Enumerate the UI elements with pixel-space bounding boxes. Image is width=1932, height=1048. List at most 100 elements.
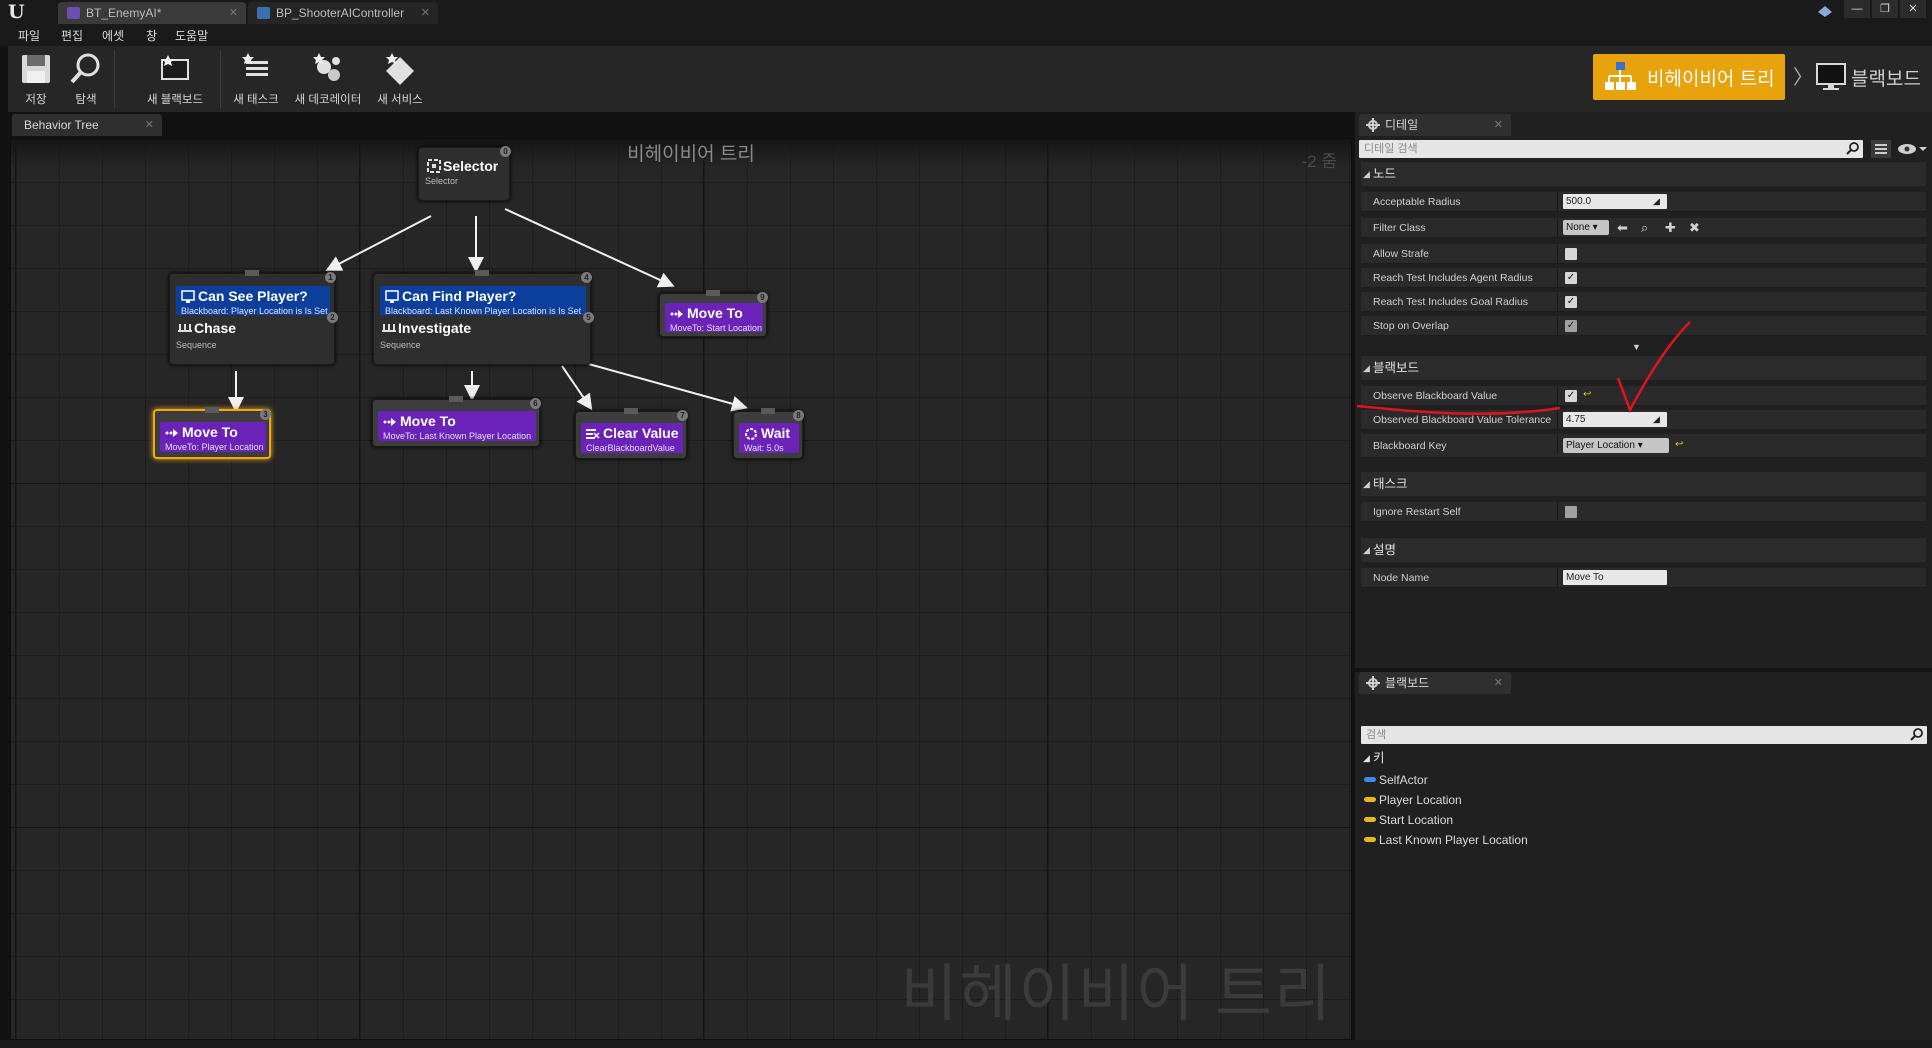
back-arrow-icon[interactable]: ⬅: [1617, 220, 1628, 236]
acceptable-radius-input[interactable]: 500.0: [1563, 194, 1667, 209]
menu-window[interactable]: 창: [146, 27, 157, 44]
new-decorator-button[interactable]: 새 데코레이터: [290, 46, 366, 112]
tab-bp-shooteraicontroller[interactable]: BP_ShooterAIController ✕: [248, 2, 438, 24]
chase-sequence-node[interactable]: 1 Can See Player? Blackboard: Player Loc…: [169, 270, 338, 365]
browse-magnifier-icon[interactable]: ⌕: [1641, 220, 1648, 236]
minimize-button[interactable]: —: [1844, 0, 1870, 18]
can-see-player-decorator[interactable]: Can See Player? Blackboard: Player Locat…: [176, 286, 330, 316]
stop-on-overlap-checkbox[interactable]: ✓: [1565, 320, 1577, 332]
menu-edit[interactable]: 편집: [61, 27, 83, 44]
details-icon: [1366, 118, 1380, 132]
browse-button[interactable]: 탐색: [64, 46, 108, 112]
details-search-input[interactable]: 디테일 검색: [1359, 140, 1863, 158]
close-icon[interactable]: ✕: [145, 114, 154, 136]
ignore-restart-self-checkbox[interactable]: [1565, 506, 1577, 518]
close-window-button[interactable]: ✕: [1900, 0, 1926, 18]
tab-details[interactable]: 디테일 ✕: [1359, 114, 1511, 136]
reset-to-default-icon[interactable]: ↩: [1675, 439, 1683, 450]
menu-asset[interactable]: 에셋: [102, 27, 124, 44]
can-find-player-decorator[interactable]: Can Find Player? Blackboard: Last Known …: [380, 286, 586, 316]
bb-key-start-location[interactable]: Start Location: [1364, 810, 1453, 830]
property-ignore-restart-self: Ignore Restart Self: [1361, 502, 1926, 522]
move-to-last-known-node[interactable]: 6 Move To MoveTo: Last Known Player Loca…: [372, 396, 541, 447]
tab-bt-enemyai[interactable]: BT_EnemyAI* ✕: [58, 2, 246, 24]
node-title: Move To: [400, 413, 456, 429]
selector-node[interactable]: 0 Selector Selector: [418, 146, 511, 201]
save-button[interactable]: 저장: [14, 46, 58, 112]
property-reach-agent-radius: Reach Test Includes Agent Radius ✓: [1361, 268, 1926, 288]
blackboard-mode-button[interactable]: 블랙보드: [1813, 54, 1931, 100]
execution-index: 7: [677, 410, 688, 421]
connection-line: [325, 215, 432, 271]
key-label: SelfActor: [1379, 773, 1428, 787]
category-task[interactable]: ◢ 태스크: [1361, 472, 1926, 496]
node-subtitle: Sequence: [176, 340, 217, 350]
move-to-icon: [383, 418, 396, 426]
node-subtitle: MoveTo: Last Known Player Location: [383, 431, 532, 441]
move-to-start-node[interactable]: 9 Move To MoveTo: Start Location: [659, 290, 768, 337]
clear-x-icon[interactable]: ✖: [1689, 220, 1700, 236]
menu-help[interactable]: 도움말: [175, 27, 208, 44]
filter-class-dropdown[interactable]: None ▾: [1563, 220, 1609, 235]
add-icon[interactable]: ✚: [1665, 220, 1676, 236]
bb-key-selfactor[interactable]: SelfActor: [1364, 770, 1428, 790]
eye-visibility-icon[interactable]: [1897, 142, 1927, 156]
new-service-button[interactable]: 새 서비스: [370, 46, 430, 112]
menu-file[interactable]: 파일: [18, 27, 40, 44]
category-node[interactable]: ◢ 노드: [1361, 162, 1926, 186]
node-name-input[interactable]: Move To: [1563, 570, 1667, 585]
node-subtitle: ClearBlackboardValue: [586, 443, 675, 453]
tab-blackboard[interactable]: 블랙보드 ✕: [1359, 672, 1511, 694]
close-icon[interactable]: ✕: [421, 2, 430, 24]
new-decorator-label: 새 데코레이터: [294, 94, 362, 106]
blackboard-search-input[interactable]: 검색: [1361, 726, 1927, 744]
blackboard-key-dropdown[interactable]: Player Location ▾: [1563, 438, 1669, 453]
right-panel: 디테일 ✕ 디테일 검색 ◢ 노드 Acceptable Radius 500.0…: [1355, 112, 1932, 1048]
category-description[interactable]: ◢ 설명: [1361, 538, 1926, 562]
execution-index: 6: [530, 398, 541, 409]
execution-index: 0: [500, 146, 511, 157]
property-label: Observed Blackboard Value Tolerance: [1373, 414, 1551, 426]
notification-icon[interactable]: [1817, 4, 1833, 18]
decorator-title: Can See Player?: [198, 288, 308, 304]
observed-tolerance-input[interactable]: 4.75: [1563, 412, 1667, 427]
move-to-player-node[interactable]: 3 Move To MoveTo: Player Location: [153, 407, 271, 459]
close-icon[interactable]: ✕: [1494, 672, 1503, 694]
close-icon[interactable]: ✕: [229, 2, 238, 24]
allow-strafe-checkbox[interactable]: [1565, 248, 1577, 260]
category-blackboard[interactable]: ◢ 블랙보드: [1361, 356, 1926, 380]
investigate-sequence-node[interactable]: 4 Can Find Player? Blackboard: Last Know…: [373, 270, 594, 365]
key-label: Last Known Player Location: [1379, 833, 1528, 847]
new-task-button[interactable]: 새 태스크: [226, 46, 286, 112]
resize-handle-icon[interactable]: ◢: [1653, 414, 1660, 425]
node-subtitle: MoveTo: Player Location: [165, 442, 264, 452]
observe-blackboard-value-checkbox[interactable]: ✓: [1565, 390, 1577, 402]
execution-index: 8: [793, 410, 804, 421]
wait-node[interactable]: 8 Wait Wait: 5.0s: [733, 408, 804, 459]
tab-behavior-tree[interactable]: Behavior Tree ✕: [12, 114, 162, 136]
maximize-button[interactable]: ❐: [1872, 0, 1898, 18]
reach-agent-radius-checkbox[interactable]: ✓: [1565, 272, 1577, 284]
property-matrix-icon[interactable]: [1871, 140, 1891, 158]
expand-advanced-icon[interactable]: ▼: [1632, 342, 1641, 352]
new-task-icon: [242, 53, 268, 76]
selector-icon: [427, 159, 441, 173]
new-blackboard-button[interactable]: 새 블랙보드: [138, 46, 212, 112]
clear-value-node[interactable]: 7 Clear Value ClearBlackboardValue: [575, 408, 688, 459]
reset-to-default-icon[interactable]: ↩: [1583, 389, 1591, 400]
close-icon[interactable]: ✕: [1494, 114, 1503, 136]
unreal-logo-icon[interactable]: U: [8, 2, 28, 22]
tab-label: 디테일: [1385, 118, 1419, 132]
bb-key-last-known-player-location[interactable]: Last Known Player Location: [1364, 830, 1528, 850]
object-key-icon: [1364, 777, 1376, 782]
behavior-tree-mode-button[interactable]: 비헤이비어 트리: [1593, 54, 1785, 100]
graph-canvas[interactable]: 비헤이비어 트리 -2 줌 0 Selector Selector 1 Can …: [10, 138, 1352, 1040]
clear-value-icon: [586, 429, 600, 439]
bb-key-player-location[interactable]: Player Location: [1364, 790, 1462, 810]
reach-goal-radius-checkbox[interactable]: ✓: [1565, 296, 1577, 308]
category-keys[interactable]: ◢ 키: [1361, 748, 1927, 768]
dropdown-value: None: [1566, 222, 1590, 233]
menu-bar: 파일 편집 에셋 창 도움말: [0, 24, 1932, 46]
node-title: Investigate: [398, 320, 472, 336]
resize-handle-icon[interactable]: ◢: [1653, 196, 1660, 207]
